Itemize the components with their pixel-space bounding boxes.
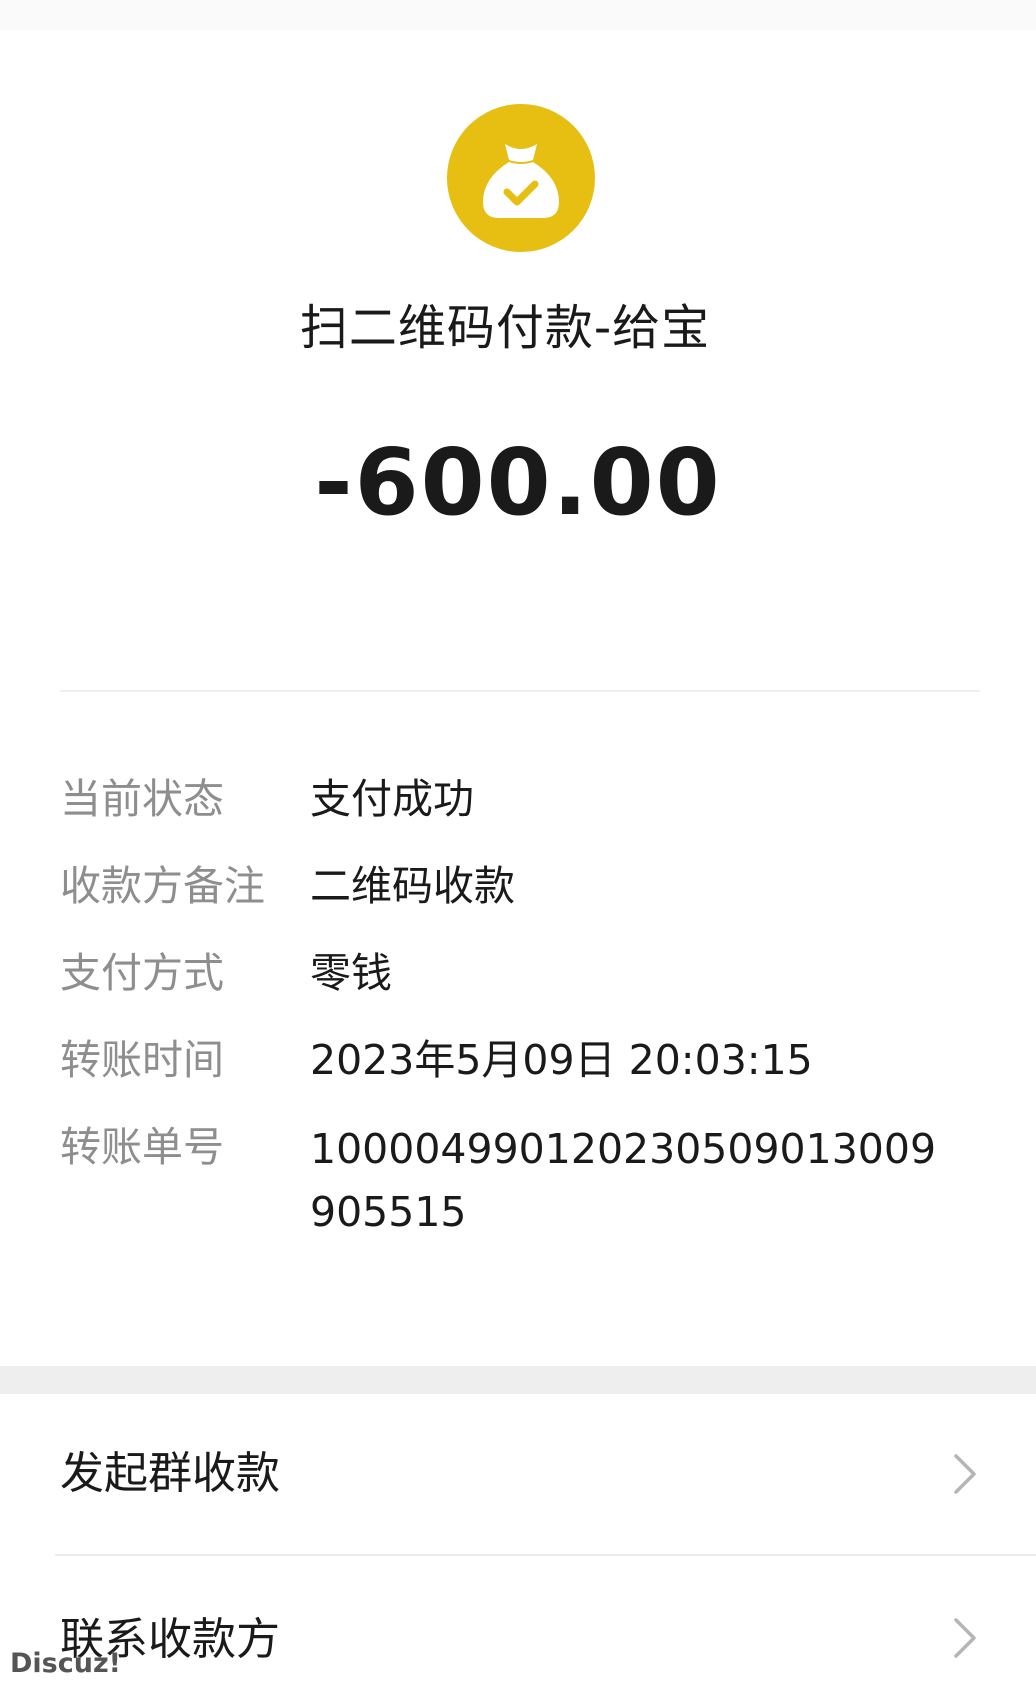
chevron-right-icon [954, 1618, 976, 1658]
detail-value: 2023年5月09日 20:03:15 [310, 1036, 813, 1084]
detail-row-payment-method: 支付方式 零钱 [60, 944, 990, 1002]
detail-row-transfer-time: 转账时间 2023年5月09日 20:03:15 [60, 1031, 990, 1089]
initiate-group-collection-button[interactable]: 发起群收款 [0, 1394, 1036, 1554]
divider [60, 690, 980, 692]
detail-row-payee-note: 收款方备注 二维码收款 [60, 857, 990, 915]
merchant-title: 扫二维码付款-给宝 [299, 300, 711, 356]
detail-value: 二维码收款 [310, 862, 515, 910]
detail-label: 当前状态 [60, 775, 224, 823]
action-label: 发起群收款 [60, 1448, 280, 1499]
chevron-right-icon [954, 1454, 976, 1494]
transaction-detail-page: 扫二维码付款-给宝 -600.00 当前状态 支付成功 收款方备注 二维码收款 … [0, 0, 1036, 1689]
money-bag-check-icon [447, 104, 595, 252]
detail-label: 转账时间 [60, 1036, 224, 1084]
detail-label: 转账单号 [60, 1123, 224, 1171]
detail-value: 支付成功 [310, 775, 474, 823]
section-separator [0, 1366, 1036, 1394]
detail-row-transfer-number: 转账单号 100004990120230509013009905515 [60, 1118, 990, 1244]
detail-row-status: 当前状态 支付成功 [60, 770, 990, 828]
contact-payee-button[interactable]: 联系收款方 [0, 1556, 1036, 1689]
transaction-amount: -600.00 [314, 429, 722, 536]
detail-value: 零钱 [310, 949, 392, 997]
watermark: Discuz! [10, 1648, 121, 1679]
detail-label: 收款方备注 [60, 862, 265, 910]
top-strip [0, 0, 1036, 30]
detail-label: 支付方式 [60, 949, 224, 997]
detail-value[interactable]: 100004990120230509013009905515 [310, 1118, 940, 1244]
